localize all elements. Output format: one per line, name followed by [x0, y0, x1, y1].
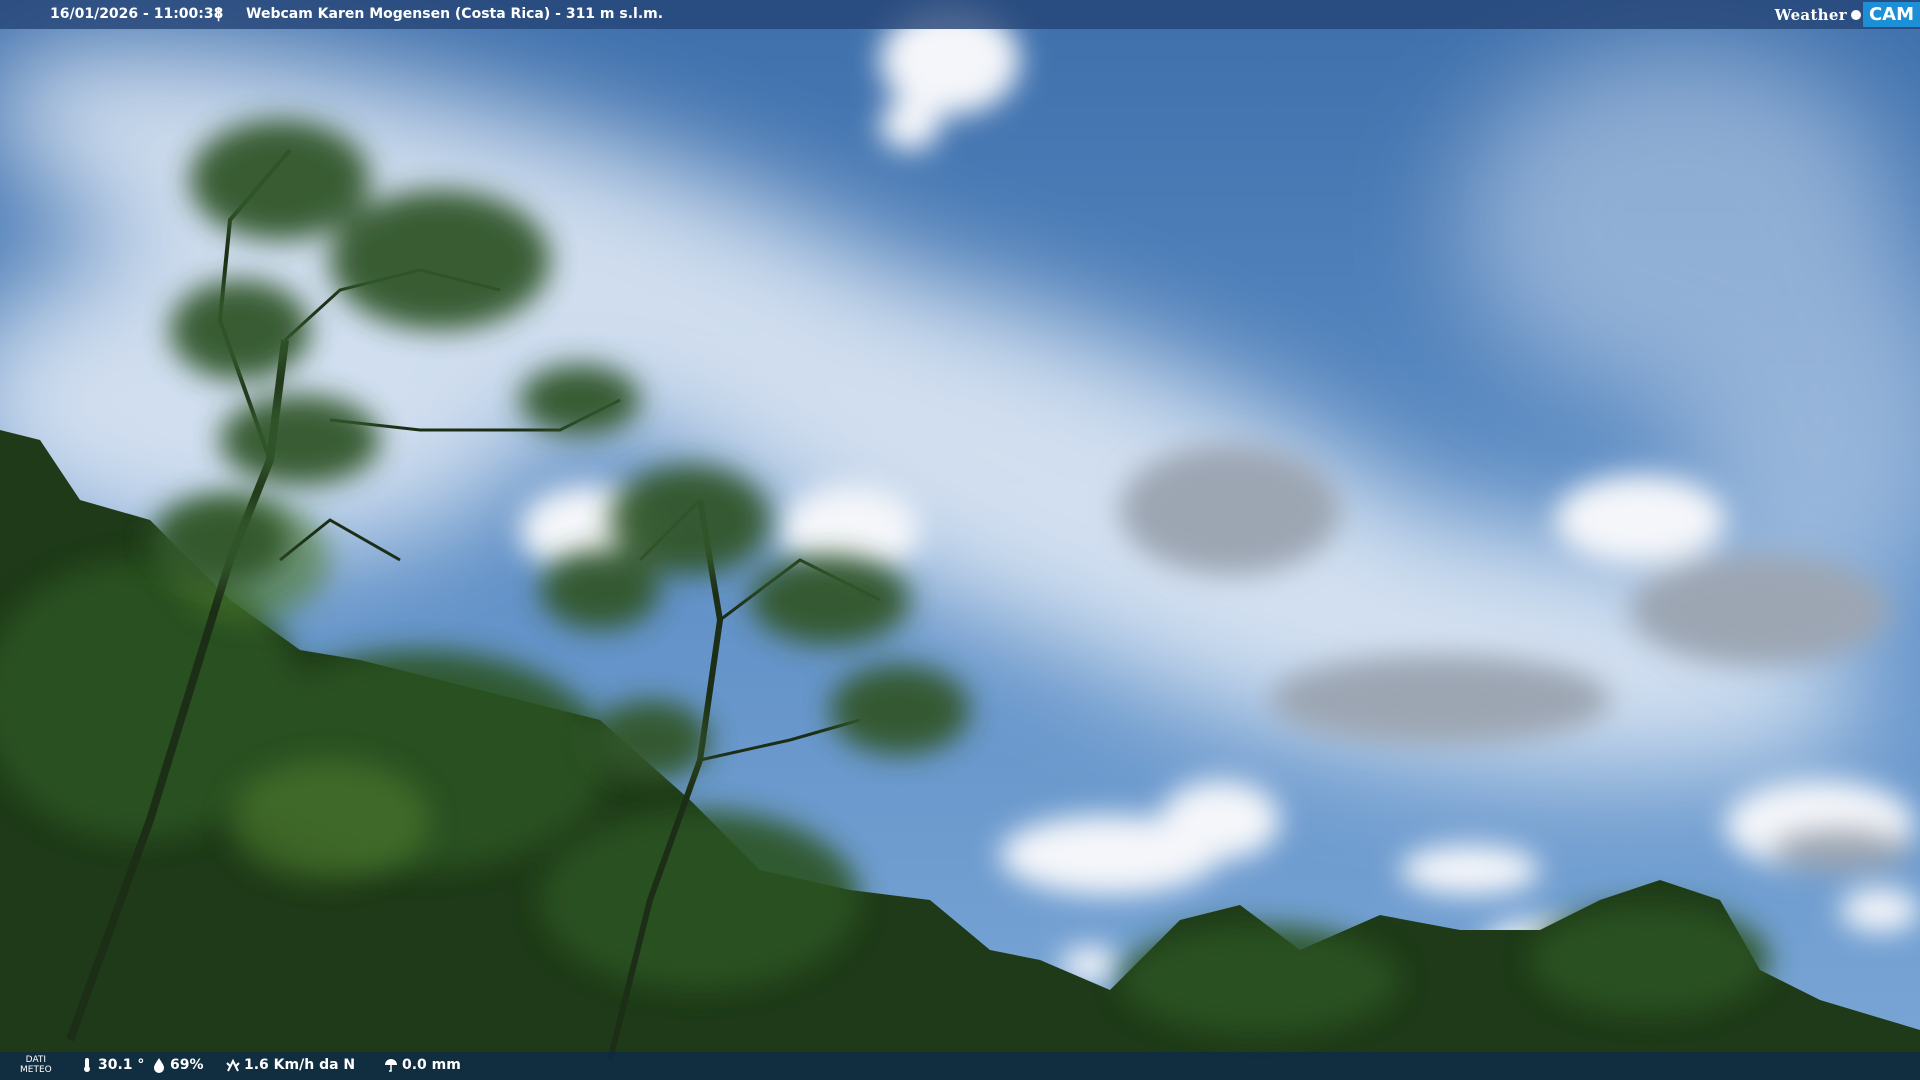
logo-cam: CAM	[1862, 2, 1920, 27]
rain-reading: 0.0 mm	[384, 1057, 461, 1073]
wind-value: 1.6 Km/h da N	[244, 1057, 356, 1073]
thermometer-icon	[84, 1058, 90, 1072]
temperature-reading: 30.1 °	[80, 1057, 144, 1073]
meteo-label-line1: DATI	[25, 1055, 47, 1065]
meteo-label: DATI METEO	[20, 1055, 52, 1075]
humidity-value: 69%	[170, 1057, 204, 1073]
webcam-sky-scene	[0, 0, 1920, 1080]
logo-word: Weather	[1774, 5, 1847, 24]
rain-gauge-icon	[385, 1059, 397, 1072]
header-separator: |	[216, 6, 222, 22]
sun-icon	[1850, 9, 1861, 20]
drop-icon	[154, 1058, 164, 1073]
temperature-value: 30.1 °	[98, 1057, 145, 1073]
rain-value: 0.0 mm	[402, 1057, 461, 1073]
camera-title: Webcam Karen Mogensen (Costa Rica) - 311…	[246, 6, 664, 22]
weather-data-bar: DATI METEO 30.1 ° 69% 1.6 Km/h da N 0.0 …	[0, 1052, 1920, 1080]
meteo-label-line2: METEO	[20, 1065, 52, 1075]
wind-icon	[226, 1058, 240, 1072]
humidity-reading: 69%	[152, 1057, 204, 1073]
header-bar: 16/01/2026 - 11:00:38 | Webcam Karen Mog…	[0, 0, 1920, 29]
timestamp: 16/01/2026 - 11:00:38	[50, 6, 224, 22]
wind-reading: 1.6 Km/h da N	[226, 1057, 355, 1073]
weathercam-logo: Weather CAM	[1775, 0, 1920, 29]
